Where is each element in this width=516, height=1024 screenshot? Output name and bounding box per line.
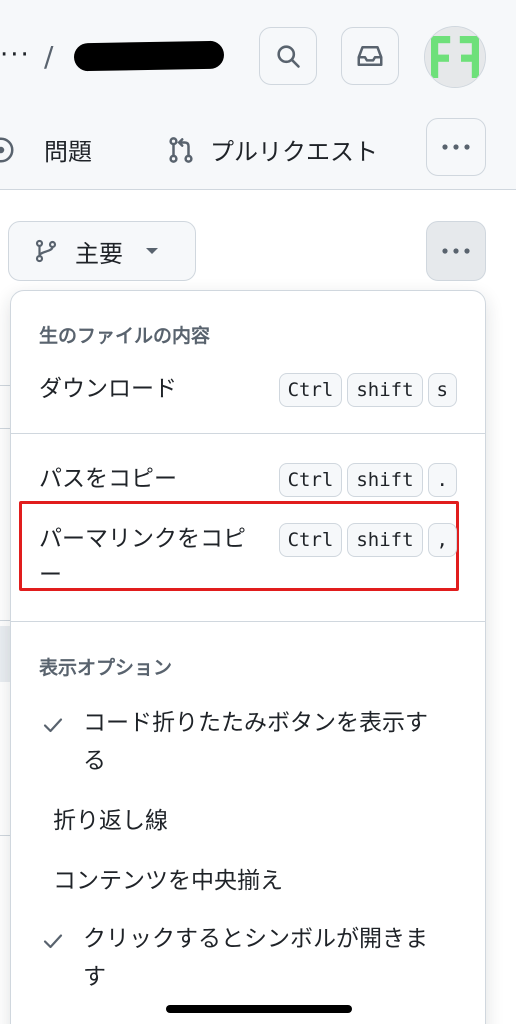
redacted-repo-name [73,40,225,72]
repo-nav: 問題 プルリクエスト [0,112,516,190]
top-header: ··· / [0,0,516,112]
file-actions-menu: 生のファイルの内容 ダウンロード Ctrl shift s パスをコピー Ctr… [10,290,486,1024]
page-edge-divider [0,835,10,836]
kbd-key: s [427,373,457,407]
page-edge-divider [0,385,10,386]
kbd-key: Ctrl [278,523,343,557]
kbd-key: shift [347,523,423,557]
option-label-line2: る [83,748,106,774]
option-label: コンテンツを中央揃え [53,868,283,894]
user-avatar[interactable] [424,26,486,88]
branch-selector-button[interactable]: 主要 [8,221,196,281]
kbd-key: , [427,523,457,557]
inbox-button[interactable] [341,27,399,85]
copy-permalink-shortcut: Ctrl shift , [278,523,457,557]
caret-down-icon [146,248,158,254]
menu-divider [11,433,485,434]
option-label-line1: クリックするとシンボルが開きま [83,926,428,952]
kbd-key: . [427,463,457,497]
page-edge-divider [0,620,10,621]
issue-opened-icon [0,137,14,162]
raw-content-group-title: 生のファイルの内容 [39,325,211,347]
kbd-key: Ctrl [278,373,343,407]
option-label-line1: コード折りたたみボタンを表示す [83,710,428,736]
kbd-key: shift [347,373,423,407]
breadcrumb-separator: / [44,40,54,73]
option-label-line2: す [83,964,106,990]
kebab-horizontal-icon [442,248,470,254]
inbox-icon [357,46,383,66]
identicon-avatar [425,27,485,87]
copy-permalink-label-line2: ー [39,562,62,588]
tab-pull-requests[interactable]: プルリクエスト [166,132,378,167]
nav-more-button[interactable] [426,118,486,176]
download-label: ダウンロード [39,376,177,402]
branch-name: 主要 [75,239,123,268]
kbd-key: Ctrl [278,463,343,497]
download-shortcut: Ctrl shift s [278,373,457,407]
file-actions-more-button[interactable] [426,221,486,281]
copy-path-label: パスをコピー [39,466,177,492]
option-label: 折り返し線 [53,808,168,834]
copy-path-shortcut: Ctrl shift . [278,463,457,497]
check-icon [43,934,63,949]
check-icon [43,718,63,733]
search-icon [277,45,300,68]
menu-divider [11,621,485,622]
page-edge-divider [0,428,10,429]
tab-issues-label: 問題 [44,138,92,166]
git-pull-request-icon [169,136,193,163]
tab-pull-requests-label: プルリクエスト [210,138,378,166]
copy-permalink-label-line1: パーマリンクをコピ [39,526,246,552]
home-indicator[interactable] [166,1005,352,1013]
search-button[interactable] [259,27,317,85]
kbd-key: shift [347,463,423,497]
view-options-group-title: 表示オプション [39,657,173,679]
kebab-horizontal-icon [442,144,470,150]
tab-issues[interactable]: 問題 [0,132,92,167]
page-edge-block [0,626,10,682]
git-branch-icon [35,239,57,263]
breadcrumb-overflow[interactable]: ··· [0,40,31,70]
